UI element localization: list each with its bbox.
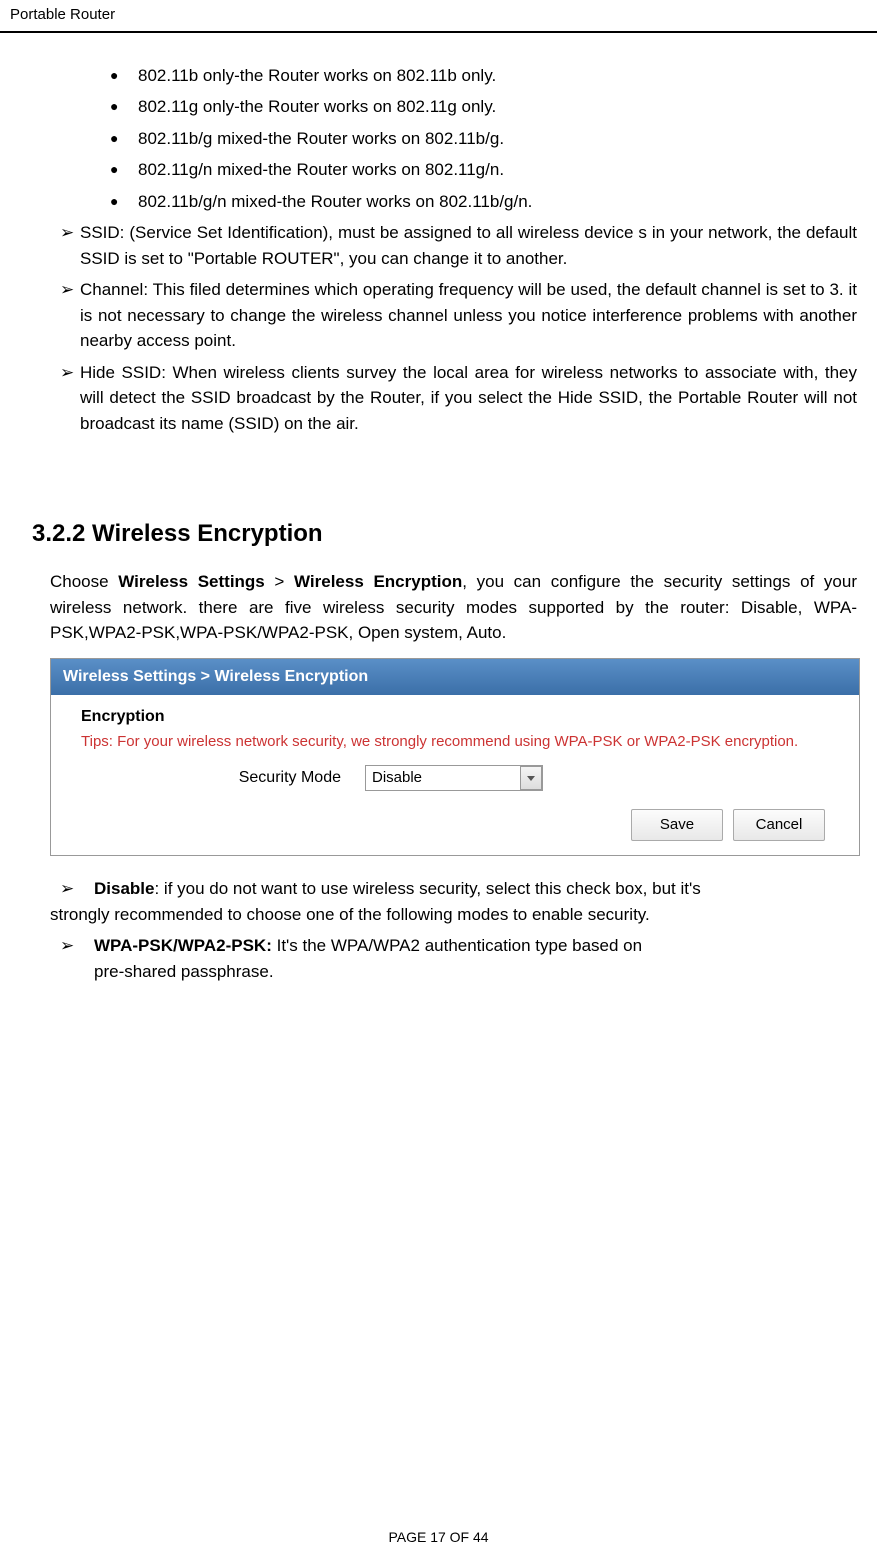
encryption-tips-text: Tips: For your wireless network security… <box>81 731 829 754</box>
chevron-down-icon <box>527 776 535 781</box>
wpa-text: It's the WPA/WPA2 authentication type ba… <box>277 936 642 955</box>
bullet-text: 802.11b only-the Router works on 802.11b… <box>138 66 496 85</box>
section-intro-paragraph: Choose Wireless Settings > Wireless Encr… <box>50 569 857 646</box>
bullet-text: 802.11g only-the Router works on 802.11g… <box>138 97 496 116</box>
disable-text: : if you do not want to use wireless sec… <box>154 879 700 898</box>
intro-prefix: Choose <box>50 572 118 591</box>
cancel-button-label: Cancel <box>756 814 803 837</box>
security-mode-row: Security Mode Disable <box>81 765 829 791</box>
section-heading-wireless-encryption: 3.2.2 Wireless Encryption <box>32 516 857 552</box>
screenshot-body: Encryption Tips: For your wireless netwo… <box>51 695 859 856</box>
dropdown-button[interactable] <box>520 766 542 790</box>
bullet-item: 802.11g only-the Router works on 802.11g… <box>110 94 857 120</box>
bullet-text: 802.11b/g mixed-the Router works on 802.… <box>138 129 504 148</box>
encryption-section-label: Encryption <box>81 705 829 729</box>
bullet-item: 802.11g/n mixed-the Router works on 802.… <box>110 157 857 183</box>
save-button[interactable]: Save <box>631 809 723 841</box>
intro-separator: > <box>265 572 294 591</box>
security-mode-label: Security Mode <box>81 766 365 790</box>
header-title: Portable Router <box>10 6 115 23</box>
bullet-item: 802.11b/g mixed-the Router works on 802.… <box>110 126 857 152</box>
arrow-item-hide-ssid: Hide SSID: When wireless clients survey … <box>60 360 857 437</box>
arrow-text: Channel: This filed determines which ope… <box>80 280 857 350</box>
bullet-text: 802.11g/n mixed-the Router works on 802.… <box>138 160 504 179</box>
cancel-button[interactable]: Cancel <box>733 809 825 841</box>
main-content: 802.11b only-the Router works on 802.11b… <box>0 33 877 1003</box>
arrow-item-ssid: SSID: (Service Set Identification), must… <box>60 220 857 271</box>
arrow-text: SSID: (Service Set Identification), must… <box>80 223 857 268</box>
bullet-item: 802.11b/g/n mixed-the Router works on 80… <box>110 189 857 215</box>
feature-arrow-list: SSID: (Service Set Identification), must… <box>50 220 857 436</box>
arrow-text: Hide SSID: When wireless clients survey … <box>80 363 857 433</box>
arrow-item-disable: Disable: if you do not want to use wirel… <box>60 876 857 927</box>
mode-bullet-list: 802.11b only-the Router works on 802.11b… <box>50 63 857 215</box>
wpa-bold: WPA-PSK/WPA2-PSK: <box>94 936 277 955</box>
mode-description-list: Disable: if you do not want to use wirel… <box>50 876 857 984</box>
page-number: PAGE 17 OF 44 <box>388 1529 488 1545</box>
arrow-item-channel: Channel: This filed determines which ope… <box>60 277 857 354</box>
security-mode-select[interactable]: Disable <box>365 765 543 791</box>
save-button-label: Save <box>660 814 694 837</box>
wpa-line2: pre-shared passphrase. <box>94 959 857 985</box>
screenshot-breadcrumb: Wireless Settings > Wireless Encryption <box>51 659 859 695</box>
intro-bold-2: Wireless Encryption <box>294 572 462 591</box>
page-header: Portable Router <box>0 0 877 33</box>
bullet-item: 802.11b only-the Router works on 802.11b… <box>110 63 857 89</box>
arrow-item-wpa-psk: WPA-PSK/WPA2-PSK: It's the WPA/WPA2 auth… <box>60 933 857 984</box>
security-mode-value: Disable <box>372 767 422 790</box>
wireless-encryption-screenshot: Wireless Settings > Wireless Encryption … <box>50 658 860 857</box>
intro-bold-1: Wireless Settings <box>118 572 265 591</box>
bullet-text: 802.11b/g/n mixed-the Router works on 80… <box>138 192 532 211</box>
disable-bold: Disable <box>94 879 154 898</box>
button-row: Save Cancel <box>81 809 829 841</box>
disable-continuation: strongly recommended to choose one of th… <box>50 902 857 928</box>
page-footer: PAGE 17 OF 44 <box>0 1527 877 1548</box>
